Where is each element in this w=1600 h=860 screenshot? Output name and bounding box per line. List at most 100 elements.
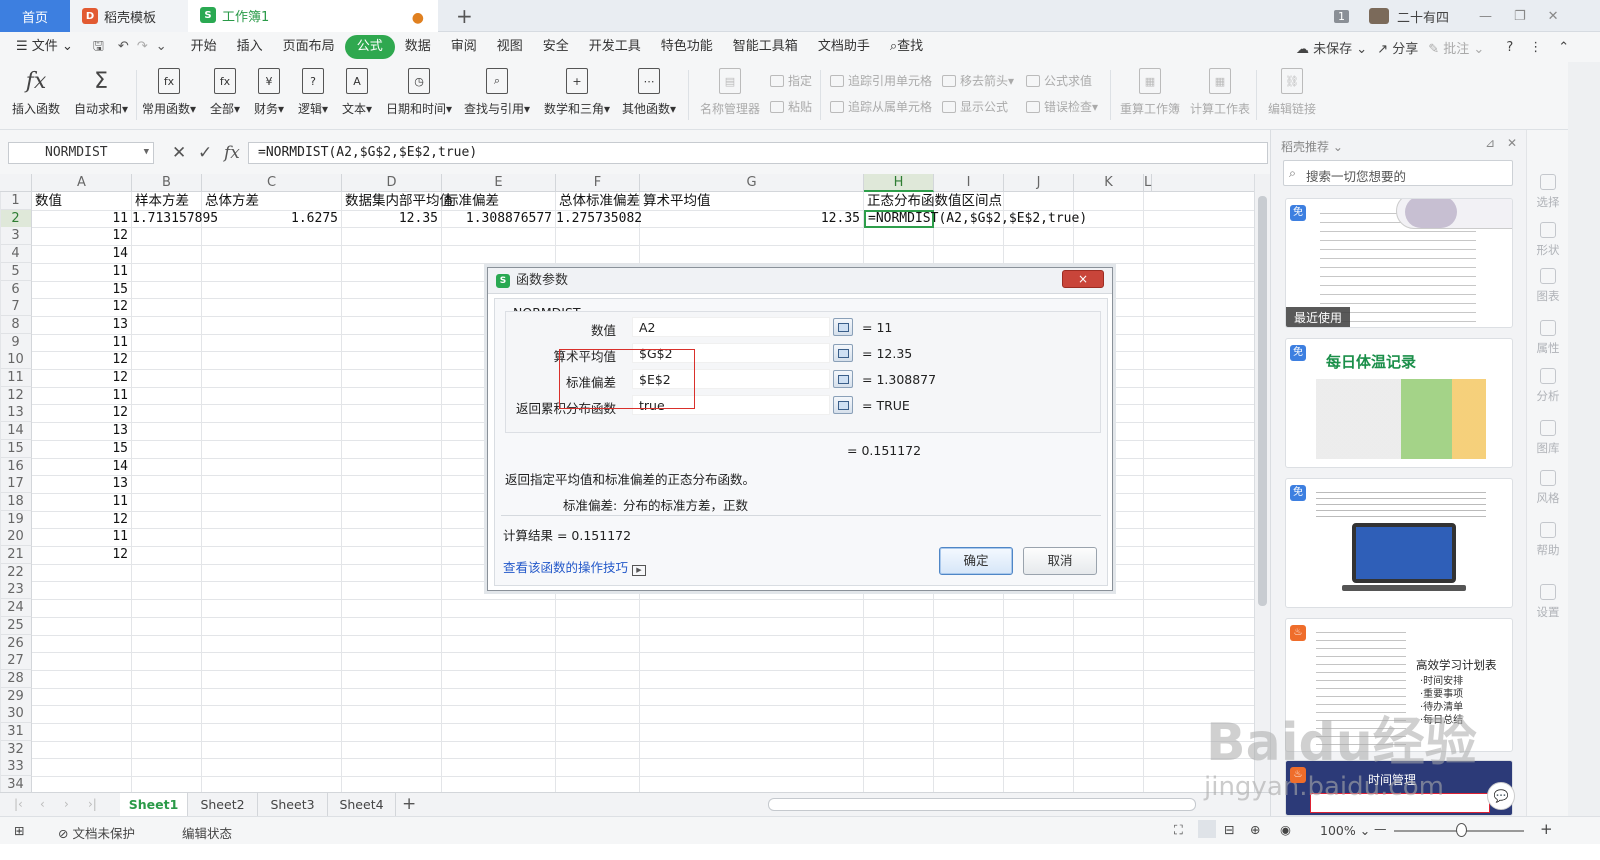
row-header-20[interactable]: 20: [0, 528, 32, 547]
name-manager-button[interactable]: ▤ 名称管理器: [700, 66, 760, 117]
save-icon[interactable]: 🖫: [83, 35, 114, 59]
last-sheet-icon[interactable]: ›|: [88, 797, 97, 811]
eye-protection-icon[interactable]: ◉: [1280, 822, 1291, 837]
help-link[interactable]: 查看该函数的操作技巧 ▶: [503, 557, 646, 576]
data-cell[interactable]: 1.308876577: [442, 210, 552, 228]
range-select-icon[interactable]: [833, 318, 853, 336]
formula-input[interactable]: =NORMDIST(A2,$G$2,$E$2,true): [248, 142, 1268, 164]
data-cell[interactable]: 1.713157895: [132, 210, 218, 228]
row-header-13[interactable]: 13: [0, 404, 32, 423]
row-header-3[interactable]: 3: [0, 227, 32, 246]
menu-insert[interactable]: 插入: [227, 35, 273, 59]
column-header-b[interactable]: B: [132, 174, 202, 192]
row-header-28[interactable]: 28: [0, 669, 32, 688]
tab-workbook1[interactable]: S 工作簿1 ●: [188, 0, 438, 32]
help-icon[interactable]: ?: [1506, 40, 1513, 55]
range-select-icon[interactable]: [833, 344, 853, 362]
data-cell[interactable]: 12.35: [342, 210, 438, 228]
zoom-out-icon[interactable]: —: [1374, 821, 1387, 836]
menu-developer[interactable]: 开发工具: [579, 35, 651, 59]
menu-features[interactable]: 特色功能: [651, 35, 723, 59]
menu-formula[interactable]: 公式: [344, 35, 395, 59]
tab-home[interactable]: 首页: [0, 0, 70, 32]
row-header-21[interactable]: 21: [0, 546, 32, 564]
row-header-32[interactable]: 32: [0, 740, 32, 759]
arg-input-number[interactable]: A2: [632, 317, 830, 337]
value-cell[interactable]: 12: [32, 227, 128, 245]
value-cell[interactable]: 12: [32, 298, 128, 316]
fullscreen-icon[interactable]: ⛶: [1174, 822, 1183, 838]
value-cell[interactable]: 12: [32, 511, 128, 529]
header-cell[interactable]: 算术平均值: [643, 192, 711, 210]
scrollbar-thumb[interactable]: [1258, 196, 1267, 606]
trace-dependents-button[interactable]: 追踪从属单元格: [830, 98, 932, 115]
panel-title[interactable]: 稻壳推荐 ⌄: [1281, 138, 1343, 155]
pin-icon[interactable]: ⊿: [1485, 136, 1495, 150]
column-header-h[interactable]: H: [864, 174, 934, 192]
user-avatar[interactable]: [1369, 8, 1389, 24]
row-header-5[interactable]: 5: [0, 262, 32, 281]
confirm-formula-icon[interactable]: ✓: [198, 143, 212, 163]
paste-name-button[interactable]: 粘贴: [770, 98, 812, 115]
row-header-30[interactable]: 30: [0, 705, 32, 724]
value-cell[interactable]: 15: [32, 440, 128, 458]
page-break-view-icon[interactable]: ⊟: [1224, 822, 1234, 837]
row-header-9[interactable]: 9: [0, 333, 32, 352]
more-icon[interactable]: ⋮: [1529, 40, 1542, 55]
text-functions-button[interactable]: A 文本▾: [342, 66, 372, 117]
menu-smart-toolbox[interactable]: 智能工具箱: [723, 35, 808, 59]
next-sheet-icon[interactable]: ›: [64, 797, 69, 811]
dialog-close-button[interactable]: ×: [1062, 270, 1104, 288]
row-header-31[interactable]: 31: [0, 723, 32, 741]
chat-bubble-icon[interactable]: 💬: [1487, 782, 1515, 810]
first-sheet-icon[interactable]: |‹: [14, 797, 23, 811]
chevron-down-icon[interactable]: ▼: [144, 147, 149, 157]
column-header-l[interactable]: L: [1144, 174, 1153, 192]
value-cell[interactable]: 11: [32, 493, 128, 511]
vertical-scrollbar[interactable]: [1254, 174, 1270, 792]
quick-access-dropdown-icon[interactable]: ⌄: [152, 35, 181, 59]
window-count-badge[interactable]: 1: [1334, 9, 1349, 23]
dialog-title-bar[interactable]: S 函数参数: [488, 268, 1112, 294]
row-header-2[interactable]: 2: [0, 209, 32, 228]
financial-button[interactable]: ¥ 财务▾: [254, 66, 284, 117]
menu-page-layout[interactable]: 页面布局: [273, 35, 345, 59]
row-header-24[interactable]: 24: [0, 599, 32, 618]
zoom-level[interactable]: 100% ⌄: [1320, 823, 1370, 838]
sidebar-chart[interactable]: 图表: [1527, 268, 1569, 304]
add-sheet-icon[interactable]: +: [402, 794, 416, 814]
new-tab-button[interactable]: +: [456, 4, 473, 28]
value-cell[interactable]: 13: [32, 422, 128, 440]
sheet-tab-1[interactable]: Sheet1: [120, 793, 188, 817]
select-all-corner[interactable]: [0, 174, 32, 192]
sheet-tab-2[interactable]: Sheet2: [188, 793, 258, 817]
data-cell[interactable]: 1.275735082: [556, 210, 642, 228]
menu-view[interactable]: 视图: [487, 35, 533, 59]
sidebar-analysis[interactable]: 分析: [1527, 368, 1569, 404]
file-menu[interactable]: ☰ 文件 ⌄: [6, 35, 83, 59]
recalc-workbook-button[interactable]: ▦ 重算工作簿: [1120, 66, 1180, 117]
other-functions-button[interactable]: ⋯ 其他函数▾: [622, 66, 676, 117]
sidebar-settings[interactable]: 设置: [1527, 584, 1569, 620]
row-header-23[interactable]: 23: [0, 581, 32, 600]
remove-arrows-button[interactable]: 移去箭头 ▾: [942, 72, 1014, 89]
row-header-1[interactable]: 1: [0, 192, 32, 210]
ok-button[interactable]: 确定: [939, 547, 1013, 575]
column-header-a[interactable]: A: [32, 174, 132, 192]
header-cell[interactable]: 数值: [35, 192, 62, 210]
normal-view-icon[interactable]: [1198, 820, 1216, 838]
menu-search[interactable]: ⌕查找: [880, 35, 933, 59]
cancel-button[interactable]: 取消: [1023, 547, 1097, 575]
value-cell[interactable]: 12: [32, 369, 128, 387]
panel-search-input[interactable]: ⌕ 搜索一切您想要的: [1283, 160, 1513, 186]
row-header-25[interactable]: 25: [0, 616, 32, 635]
row-header-19[interactable]: 19: [0, 510, 32, 529]
row-header-18[interactable]: 18: [0, 492, 32, 511]
template-card-study-plan[interactable]: ♨ 高效学习计划表 ·时间安排 ·重要事项 ·待办清单 ·每日总结: [1285, 618, 1513, 752]
value-cell[interactable]: 14: [32, 458, 128, 476]
sheet-view-icon[interactable]: ⊞: [14, 823, 24, 838]
header-cell[interactable]: 样本方差: [135, 192, 189, 210]
header-cell[interactable]: 正态分布函数值区间点: [867, 192, 1002, 210]
data-cell[interactable]: 1.6275: [202, 210, 338, 228]
fx-icon[interactable]: fx: [224, 143, 240, 163]
